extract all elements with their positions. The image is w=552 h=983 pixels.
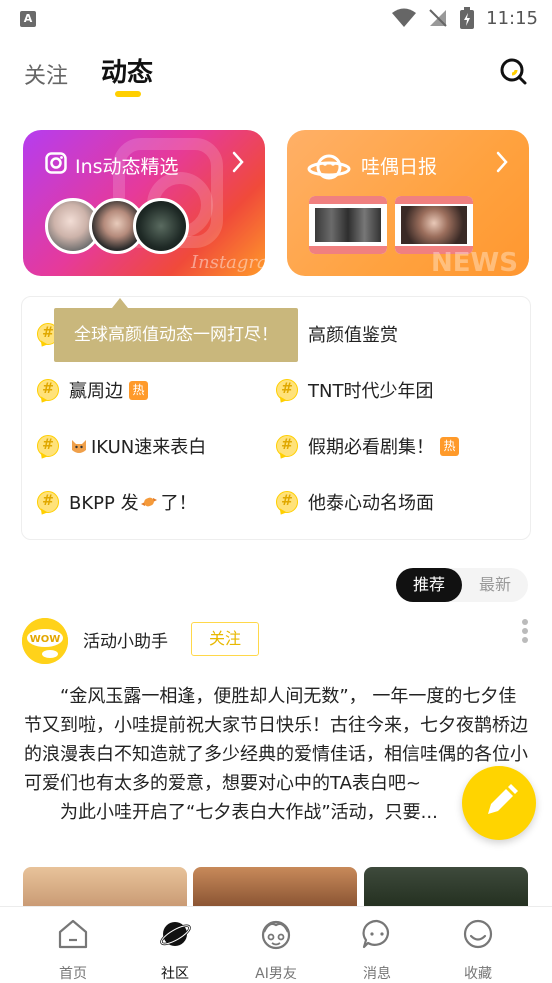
banner-title: Ins动态精选 [75,156,179,178]
topic-label: 赢周边 [69,381,123,402]
tab-feed[interactable]: 动态 [101,52,153,89]
topic-item[interactable]: # TNT时代少年团 [276,375,433,405]
nav-messages[interactable]: 消息 [337,917,417,983]
hot-badge: 热 [129,380,148,400]
pencil-icon [488,784,518,814]
ins-highlights-banner[interactable]: Ins动态精选 Instagram [23,130,265,276]
topic-item[interactable]: # 他泰心动名场面 [276,487,434,517]
wow-logo-icon: WOW [22,618,68,664]
top-header: 关注 动态 [0,44,552,104]
planet-icon [307,154,351,180]
tab-follow[interactable]: 关注 [24,58,68,90]
topic-label: 高颜值鉴赏 [308,325,398,346]
status-bar: A 11:15 [0,0,552,38]
more-options-icon[interactable] [519,619,531,649]
hashtag-icon: # [276,435,298,457]
bottom-navigation: 首页 社区 AI男友 消息 收藏 [0,906,552,983]
wifi-icon [392,8,417,27]
post-image-row [23,867,529,907]
post-image[interactable] [364,867,528,907]
topic-label-suffix: 了！ [160,493,197,514]
nav-label: 收藏 [464,966,492,982]
post-author[interactable]: 活动小助手 [83,627,168,652]
nav-label: AI男友 [255,966,297,982]
topic-label: TNT时代少年团 [308,381,434,402]
nav-label: 消息 [363,966,391,982]
banner-title: 哇偶日报 [361,156,438,178]
news-thumbnail [395,196,473,254]
news-watermark: NEWS [431,248,518,276]
clock: 11:15 [486,7,538,29]
sort-recommended-button[interactable]: 推荐 [396,568,462,602]
post-body[interactable]: “金风玉露一相逢，便胜却人间无数”， 一年一度的七夕佳节又到啦，小哇提前祝大家节… [24,682,534,827]
active-tab-indicator [115,91,141,97]
nav-ai-boyfriend[interactable]: AI男友 [236,917,316,983]
kitten-emoji-icon [72,440,86,453]
avatar[interactable]: WOW [22,618,68,664]
topic-item[interactable]: # 假期必看剧集！ 热 [276,431,459,461]
topic-label: IKUN速来表白 [91,437,207,458]
nav-favorites[interactable]: 收藏 [438,917,518,983]
hashtag-icon: # [276,379,298,401]
topic-item[interactable]: # IKUN速来表白 [37,431,206,461]
follow-button[interactable]: 关注 [191,622,259,656]
topic-label: 假期必看剧集！ [308,437,434,458]
hashtag-icon: # [37,491,59,513]
status-icons: 11:15 [392,7,538,29]
post-image[interactable] [23,867,187,907]
topic-item[interactable]: # BKPP 发 了！ [37,487,197,517]
battery-icon [460,7,475,29]
favorite-icon [463,919,493,949]
topic-label: 他泰心动名场面 [308,493,434,514]
news-thumbnail [309,196,387,254]
instagram-icon [45,152,67,174]
hashtag-icon: # [276,491,298,513]
candy-emoji-icon [140,497,157,507]
no-signal-icon [429,9,447,27]
celebrity-avatar [133,198,189,254]
daily-news-banner[interactable]: 哇偶日报 NEWS [287,130,529,276]
planet-icon [160,922,191,946]
topic-label: BKPP 发 [69,493,139,514]
nav-label: 社区 [161,966,189,982]
nav-community[interactable]: 社区 [135,917,215,983]
topic-item[interactable]: # 赢周边 热 [37,375,148,405]
topic-tooltip: 全球高颜值动态一网打尽！ [54,298,298,362]
svg-text:WOW: WOW [30,634,61,645]
instagram-watermark: Instagram [191,252,265,273]
search-icon[interactable] [498,56,528,86]
sort-latest-button[interactable]: 最新 [462,568,528,602]
boyfriend-icon [261,920,291,950]
chevron-right-icon [232,151,244,173]
message-icon [362,919,389,949]
nav-label: 首页 [59,966,87,982]
sort-switch: 推荐 最新 [396,568,528,602]
chevron-right-icon [496,151,508,173]
hashtag-icon: # [37,435,59,457]
post-paragraph: “金风玉露一相逢，便胜却人间无数”， 一年一度的七夕佳节又到啦，小哇提前祝大家节… [24,686,528,794]
compose-button[interactable] [462,766,536,840]
post-paragraph: 为此小哇开启了“七夕表白大作战”活动，只要... [60,802,438,823]
hashtag-icon: # [37,379,59,401]
hot-badge: 热 [440,436,459,456]
app-notification-icon: A [20,11,36,27]
nav-home[interactable]: 首页 [33,917,113,983]
home-icon [58,919,88,949]
post-image[interactable] [193,867,357,907]
